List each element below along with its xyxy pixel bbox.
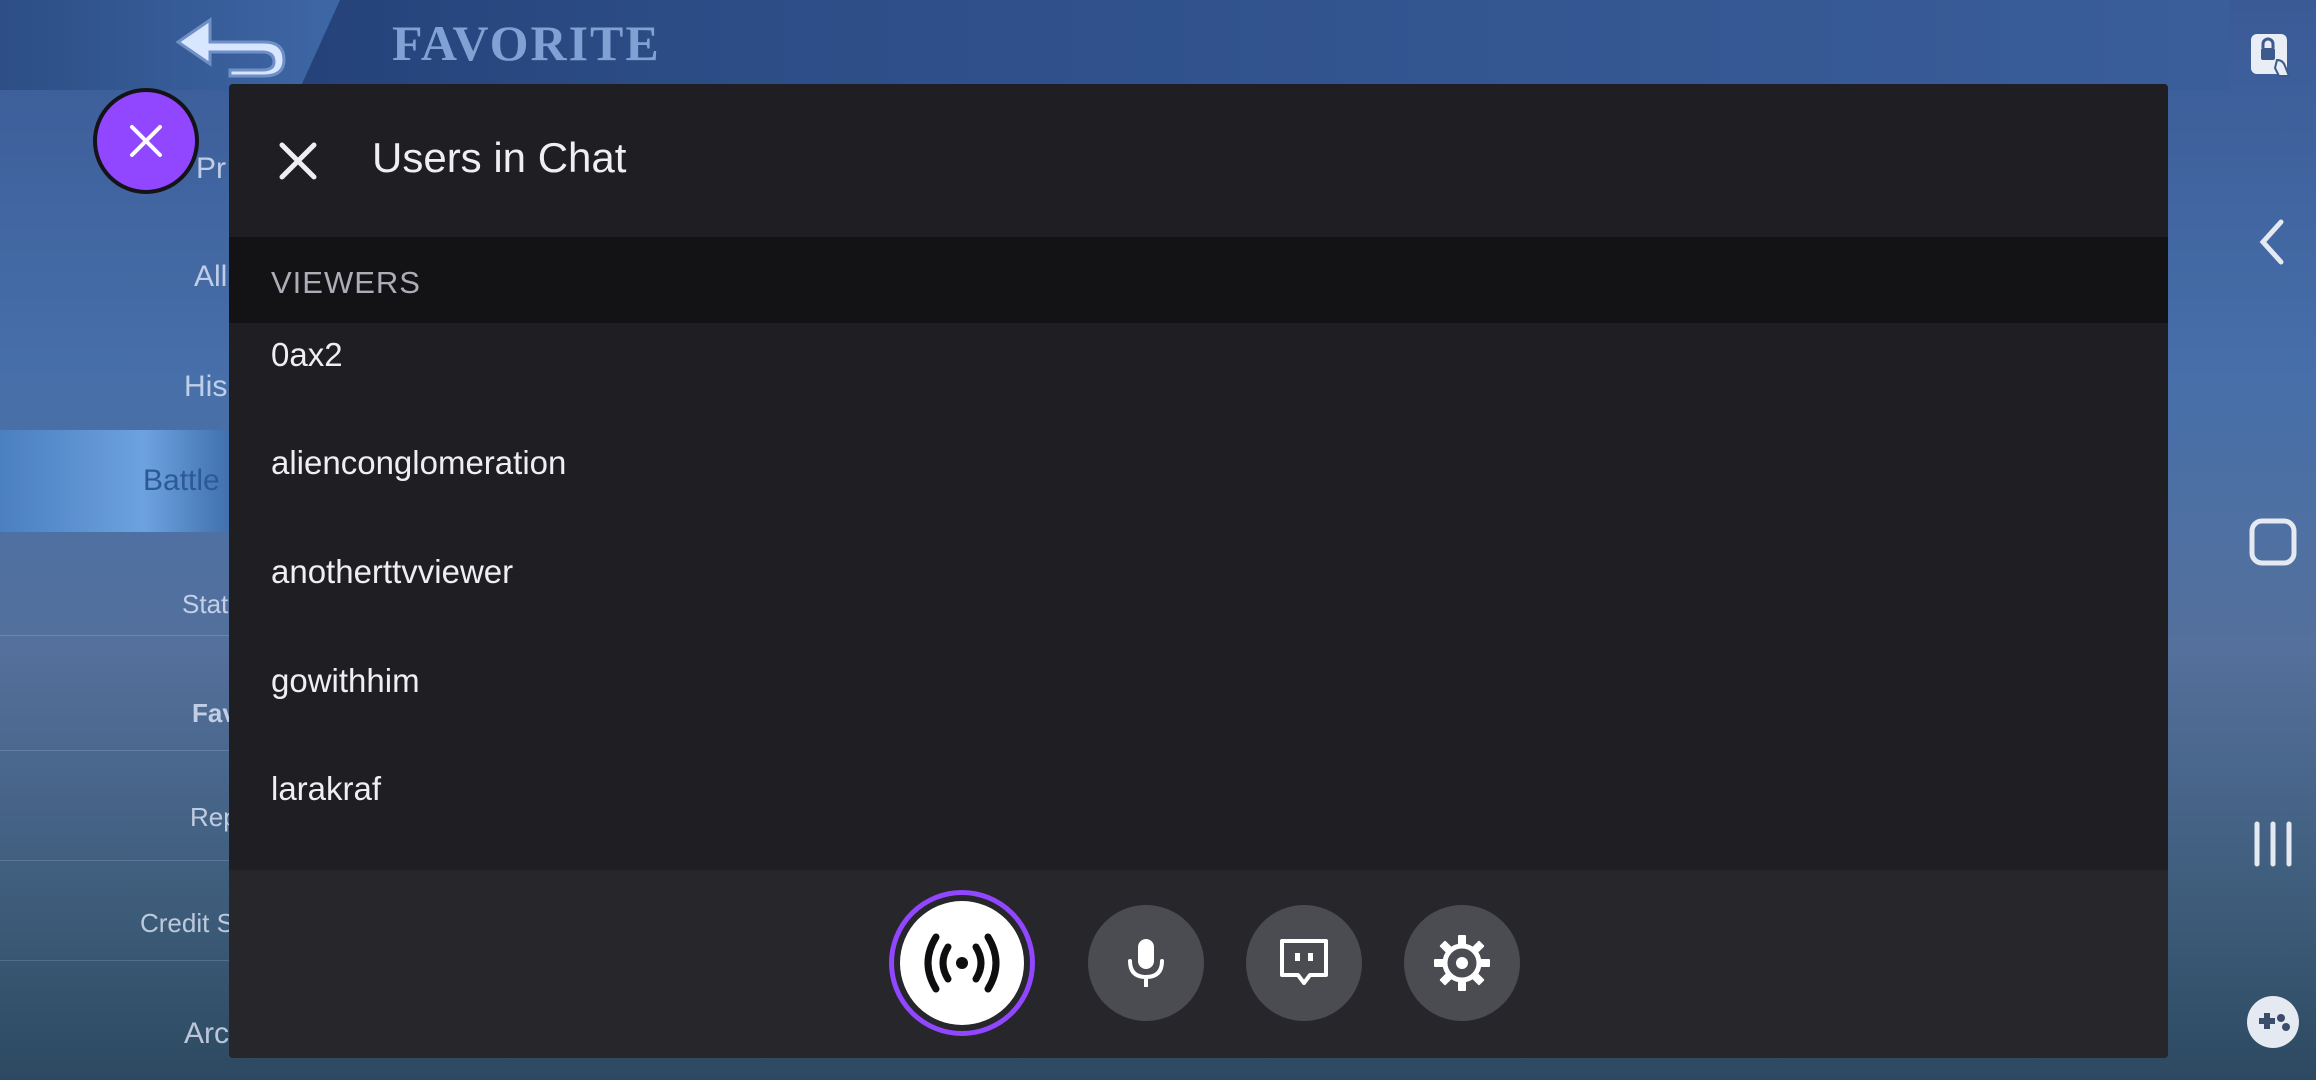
settings-button[interactable]	[1404, 905, 1520, 1021]
game-side-menu: Pr All His Battle Stat Fav Rep Credit S …	[0, 90, 240, 1080]
viewer-list-item[interactable]: alienconglomeration	[229, 432, 2168, 540]
viewer-list-item[interactable]: anotherttvviewer	[229, 541, 2168, 649]
stream-controls-bar	[229, 870, 2168, 1058]
close-icon	[279, 142, 317, 180]
back-chevron-icon[interactable]	[2230, 206, 2316, 278]
gear-icon	[1434, 935, 1490, 991]
floating-close-button[interactable]	[93, 88, 199, 194]
viewers-section-header: VIEWERS	[229, 237, 2168, 323]
game-menu-item[interactable]: Arc	[0, 995, 240, 1065]
microphone-button[interactable]	[1088, 905, 1204, 1021]
chat-bubble-icon	[1280, 939, 1328, 985]
game-top-bar: FAVORITE	[0, 0, 2230, 90]
game-menu-item[interactable]: Rep	[0, 790, 240, 861]
panel-close-button[interactable]	[271, 134, 325, 188]
game-menu-item[interactable]: Stat	[0, 575, 240, 636]
game-menu-item[interactable]: Fav	[0, 680, 240, 751]
broadcast-icon	[924, 933, 1000, 993]
live-broadcast-button[interactable]	[889, 890, 1035, 1036]
viewer-name: 0ax2	[271, 336, 343, 373]
screen-lock-icon[interactable]	[2230, 20, 2316, 92]
game-menu-item[interactable]: His	[0, 358, 240, 418]
close-icon	[130, 125, 162, 157]
users-in-chat-panel: Users in Chat VIEWERS 0ax2 alienconglome…	[229, 84, 2168, 1058]
viewer-list-item[interactable]: gowithhim	[229, 650, 2168, 758]
game-tools-icon[interactable]	[2230, 986, 2316, 1058]
game-menu-item[interactable]: All	[0, 248, 240, 308]
game-menu-item[interactable]: Credit S	[0, 890, 240, 961]
viewer-name: anotherttvviewer	[271, 553, 514, 590]
panel-header: Users in Chat	[229, 84, 2168, 236]
home-icon[interactable]	[2230, 506, 2316, 578]
viewer-name: larakraf	[271, 770, 382, 807]
game-menu-item-active[interactable]: Battle	[0, 430, 240, 532]
section-label: VIEWERS	[271, 265, 421, 300]
chat-button[interactable]	[1246, 905, 1362, 1021]
viewer-list-item[interactable]: larakraf	[229, 758, 2168, 866]
game-page-title: FAVORITE	[392, 15, 661, 71]
viewer-name: alienconglomeration	[271, 444, 567, 481]
viewer-name: gowithhim	[271, 662, 420, 699]
recents-icon[interactable]	[2230, 808, 2316, 880]
game-back-arrow-icon[interactable]	[170, 12, 290, 78]
panel-title: Users in Chat	[372, 134, 627, 181]
microphone-icon	[1128, 939, 1164, 987]
viewer-list-item[interactable]: 0ax2	[229, 324, 2168, 432]
